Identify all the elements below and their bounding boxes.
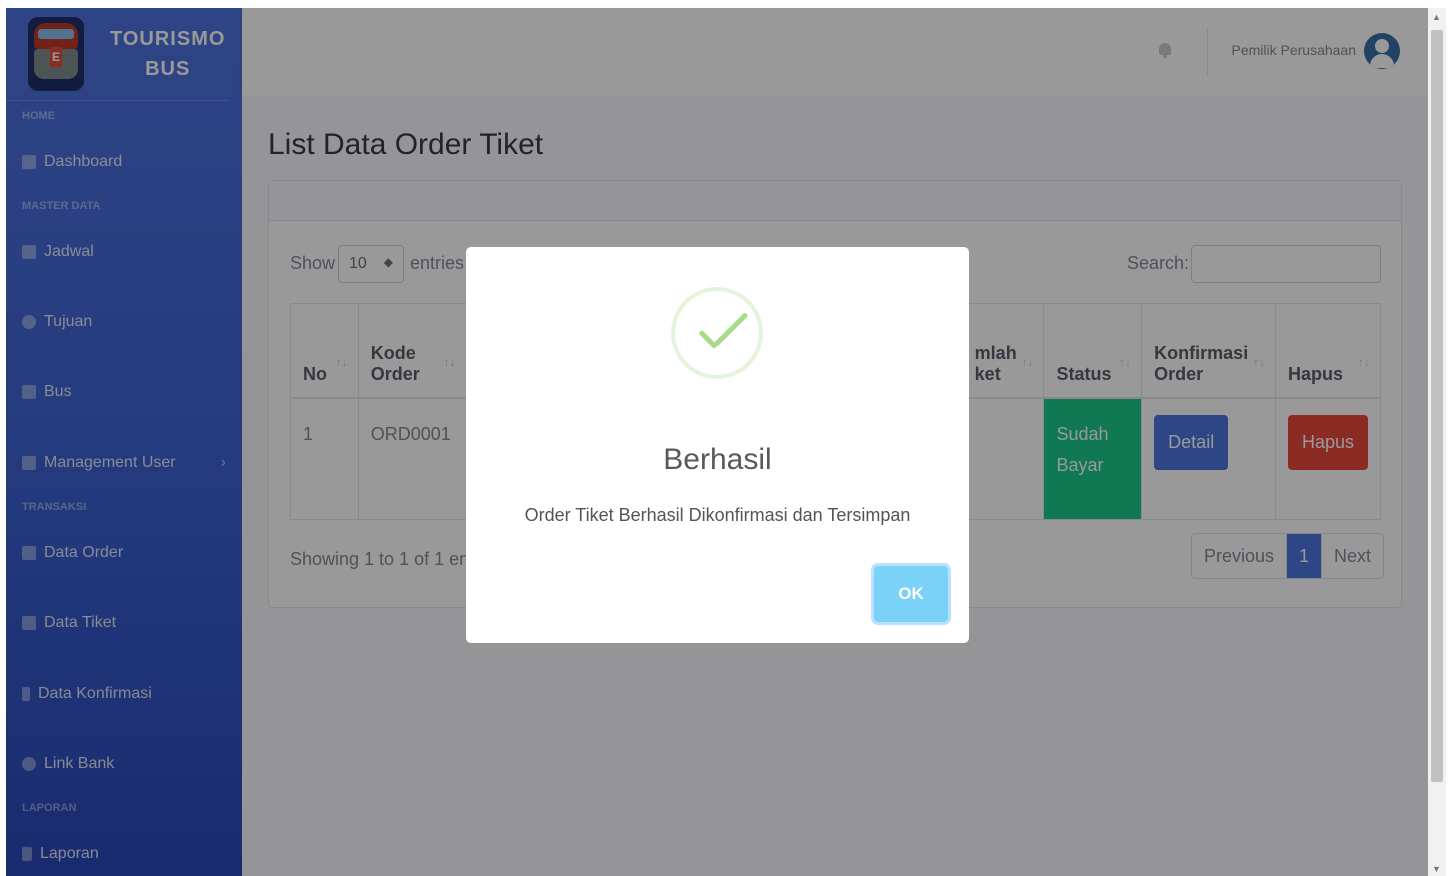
dialog-title: Berhasil (663, 443, 772, 476)
scroll-up-icon[interactable]: ▲ (1432, 12, 1441, 22)
success-dialog: Berhasil Order Tiket Berhasil Dikonfirma… (466, 247, 969, 643)
ok-button[interactable]: OK (874, 566, 948, 622)
scrollbar[interactable]: ▲ ▼ (1428, 8, 1446, 876)
success-check-icon (671, 287, 763, 379)
scroll-down-icon[interactable]: ▼ (1432, 864, 1441, 874)
scroll-thumb[interactable] (1431, 30, 1443, 782)
dialog-message: Order Tiket Berhasil Dikonfirmasi dan Te… (524, 505, 911, 525)
